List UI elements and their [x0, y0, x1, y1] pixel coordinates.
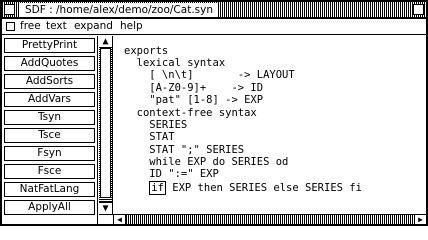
cursor-line-rest: EXP then SERIES else SERIES fi [165, 182, 362, 194]
tsyn-button[interactable]: Tsyn [4, 110, 95, 125]
text-line: ID ":=" EXP [124, 168, 219, 180]
command-button-panel: PrettyPrint AddQuotes AddSorts AddVars T… [2, 36, 98, 224]
text-line: context-free syntax [124, 107, 257, 119]
menu-help[interactable]: help [120, 19, 143, 34]
horizontal-scrollbar[interactable]: ◀ ▶ [114, 214, 426, 224]
text-line: SERIES [124, 119, 188, 131]
scroll-thumb[interactable] [100, 48, 111, 198]
menu-free[interactable]: free [20, 19, 41, 34]
menu-bar: free text expand help [2, 19, 426, 35]
text-line: STAT [124, 131, 175, 143]
fsce-button[interactable]: Fsce [4, 164, 95, 179]
fsyn-button[interactable]: Fsyn [4, 146, 95, 161]
addvars-button[interactable]: AddVars [4, 92, 95, 107]
addquotes-button[interactable]: AddQuotes [4, 56, 95, 71]
menu-checkbox-icon[interactable] [6, 22, 15, 31]
text-line: [A-Z0-9]+ -> ID [124, 82, 264, 94]
applyall-button[interactable]: ApplyAll [4, 200, 95, 215]
scrollbar-corner [99, 214, 114, 224]
text-line: exports [124, 45, 169, 57]
arrow-down-icon[interactable]: ▼ [99, 202, 112, 214]
vertical-scrollbar[interactable]: ▲ ▼ [99, 36, 113, 214]
arrow-left-icon[interactable]: ◀ [114, 215, 126, 224]
arrow-up-icon[interactable]: ▲ [99, 36, 112, 48]
text-line: while EXP do SERIES od [124, 156, 289, 168]
text-line: "pat" [1-8] -> EXP [124, 94, 264, 106]
text-line: STAT ";" SERIES [124, 144, 245, 156]
editor-window: SDF : /home/alex/demo/zoo/Cat.syn free t… [0, 0, 428, 226]
addsorts-button[interactable]: AddSorts [4, 74, 95, 89]
arrow-right-icon[interactable]: ▶ [414, 215, 426, 224]
text-line: [ \n\t] -> LAYOUT [124, 69, 295, 81]
syntax-text-area[interactable]: exports lexical syntax [ \n\t] -> LAYOUT… [114, 36, 426, 214]
title-bar[interactable]: SDF : /home/alex/demo/zoo/Cat.syn [2, 2, 426, 19]
menu-expand[interactable]: expand [74, 19, 113, 34]
menu-text[interactable]: text [46, 19, 67, 34]
cursor-focus-token[interactable]: if [149, 181, 166, 195]
close-box-icon[interactable] [4, 4, 15, 15]
prettyprint-button[interactable]: PrettyPrint [4, 38, 95, 53]
natfatlang-button[interactable]: NatFatLang [4, 182, 95, 197]
cursor-line: if EXP then SERIES else SERIES fi [124, 181, 362, 195]
zoom-box-icon[interactable] [413, 4, 424, 15]
tsce-button[interactable]: Tsce [4, 128, 95, 143]
text-line: lexical syntax [124, 57, 226, 69]
window-title: SDF : /home/alex/demo/zoo/Cat.syn [20, 3, 218, 17]
